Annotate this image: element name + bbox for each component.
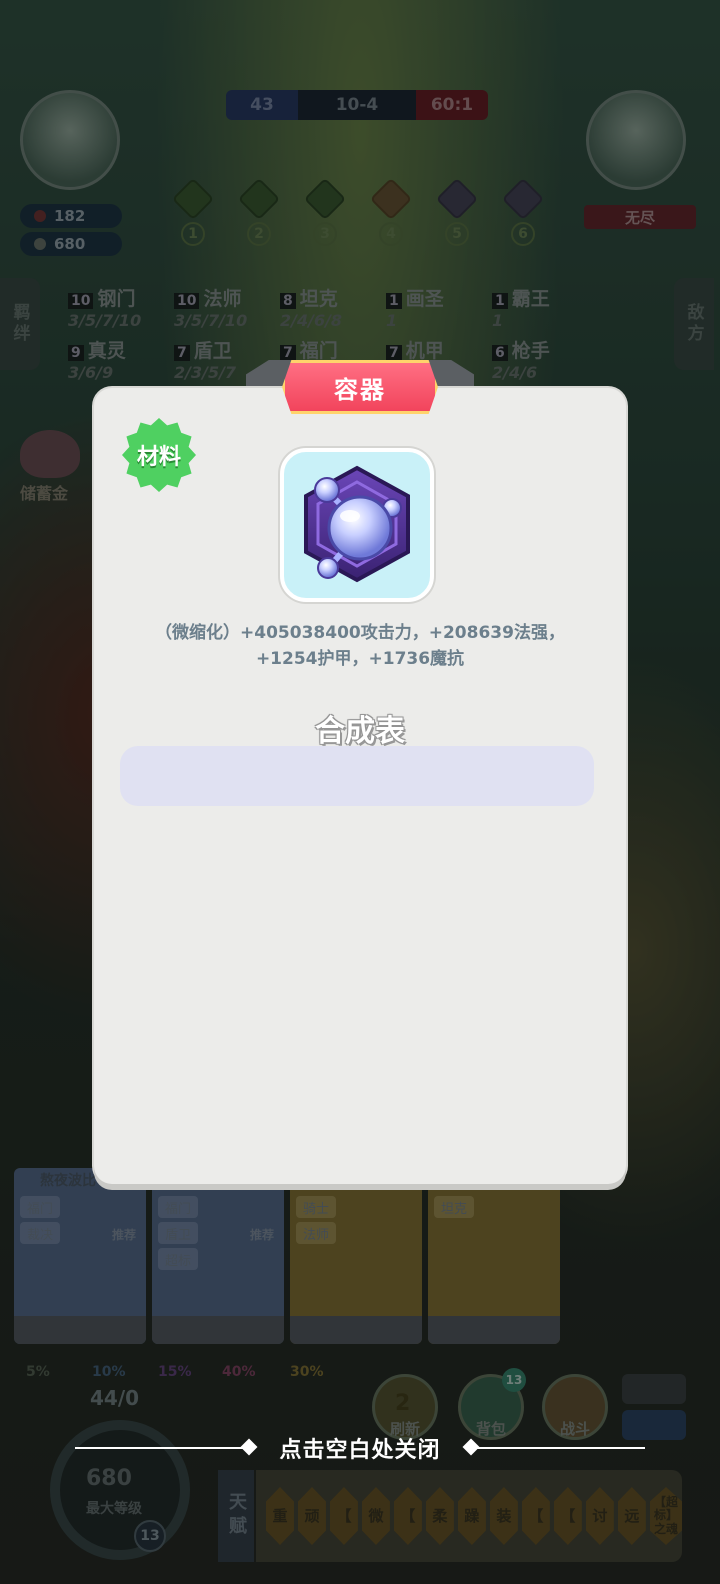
item-title-ribbon: 容器 (282, 360, 438, 414)
orb-container-icon (304, 465, 410, 583)
recipe-title: 合成表 (315, 714, 405, 749)
item-icon-frame (280, 448, 434, 602)
close-hint-line-left (75, 1447, 252, 1449)
recipe-table (120, 746, 594, 806)
material-badge-label: 材料 (136, 445, 181, 470)
close-hint[interactable]: 点击空白处关闭 (0, 1430, 720, 1466)
stats-line-1: （微缩化）+405038400攻击力，+208639法强， (155, 623, 565, 643)
item-title: 容器 (334, 375, 386, 404)
close-hint-text: 点击空白处关闭 (279, 1438, 441, 1463)
stats-line-2: +1254护甲，+1736魔抗 (255, 649, 465, 669)
close-hint-line-right (468, 1447, 645, 1449)
item-stats: （微缩化）+405038400攻击力，+208639法强， +1254护甲，+1… (110, 620, 610, 672)
